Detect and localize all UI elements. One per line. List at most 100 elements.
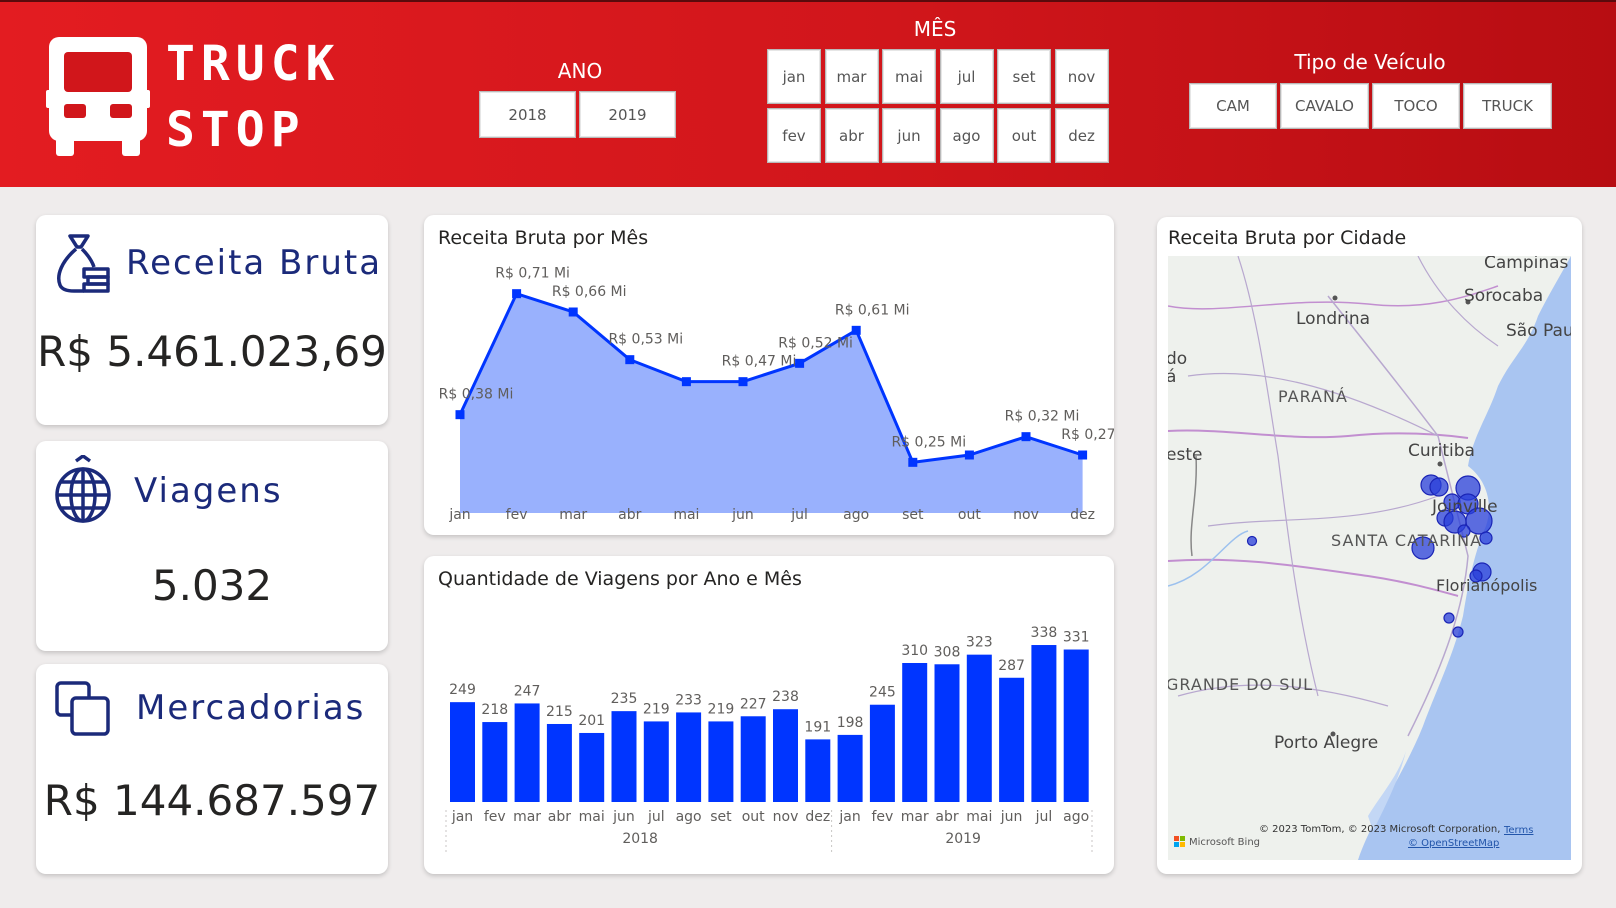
vehicle-option-cavalo[interactable]: CAVALO (1280, 83, 1369, 129)
trips-chart-card: Quantidade de Viagens por Ano e Mês 249 j… (424, 556, 1114, 874)
city-map[interactable]: Campinas Sorocaba São Pau Londrina do á P… (1168, 256, 1571, 860)
brand-line-2: STOP (166, 102, 306, 158)
month-option-mai[interactable]: mai (882, 49, 936, 104)
kpi-trips-title: Viagens (134, 471, 283, 511)
revenue-data-label: R$ 0,66 Mi (552, 284, 627, 300)
revenue-point[interactable] (625, 355, 635, 365)
trips-bar[interactable] (450, 702, 475, 802)
trips-data-label: 198 (837, 715, 864, 731)
trips-data-label: 191 (804, 719, 831, 735)
trips-year-label: 2019 (945, 831, 981, 847)
trips-x-tick: ago (1063, 809, 1089, 825)
month-option-jul[interactable]: jul (939, 49, 994, 104)
trips-bar[interactable] (902, 662, 928, 802)
border-pr-sc (1168, 429, 1469, 439)
vehicle-option-toco[interactable]: TOCO (1372, 83, 1460, 129)
trips-data-label: 331 (1063, 630, 1090, 646)
revenue-point[interactable] (1078, 450, 1088, 460)
revenue-point[interactable] (512, 289, 522, 299)
month-option-dez[interactable]: dez (1054, 108, 1109, 163)
month-option-jun[interactable]: jun (882, 108, 936, 163)
trips-data-label: 219 (708, 701, 735, 717)
month-option-abr[interactable]: abr (824, 108, 879, 163)
revenue-point[interactable] (681, 377, 691, 387)
trips-bar[interactable] (546, 723, 572, 802)
city-map-title: Receita Bruta por Cidade (1168, 227, 1407, 249)
city-bubble[interactable] (1246, 535, 1258, 547)
revenue-x-tick: jun (731, 507, 754, 523)
month-option-mar[interactable]: mar (824, 49, 879, 104)
trips-bar[interactable] (482, 722, 508, 802)
trips-x-tick: fev (871, 809, 893, 825)
trips-bar[interactable] (805, 739, 831, 802)
trips-bar[interactable] (1031, 645, 1057, 802)
revenue-point[interactable] (795, 358, 805, 368)
revenue-point[interactable] (738, 377, 748, 387)
ocean-area (1358, 256, 1571, 860)
map-label-do-a: do á (1168, 349, 1187, 387)
border-country (1190, 455, 1198, 557)
year-option-2019[interactable]: 2019 (579, 91, 676, 138)
trips-x-tick: jan (838, 809, 860, 825)
trips-bar[interactable] (579, 732, 605, 802)
month-option-ago[interactable]: ago (939, 108, 994, 163)
vehicle-option-cam[interactable]: CAM (1189, 83, 1277, 129)
map-terms-link[interactable]: Terms (1503, 825, 1533, 836)
month-option-out[interactable]: out (997, 108, 1051, 163)
trips-bar[interactable] (611, 711, 637, 802)
revenue-x-tick: nov (1013, 507, 1039, 523)
trips-data-label: 233 (675, 692, 702, 708)
month-option-fev[interactable]: fev (767, 108, 821, 163)
trips-data-label: 227 (740, 696, 767, 712)
revenue-point[interactable] (851, 325, 861, 335)
kpi-trips-value: 5.032 (151, 561, 273, 610)
city-bubble[interactable] (1429, 477, 1449, 497)
revenue-point[interactable] (1021, 432, 1031, 442)
revenue-x-tick: set (902, 507, 924, 523)
trips-bar[interactable] (999, 677, 1025, 802)
copy-boxes-icon (55, 681, 110, 736)
month-option-jan[interactable]: jan (767, 49, 821, 104)
revenue-x-tick: out (958, 507, 981, 523)
trips-x-tick: fev (484, 809, 506, 825)
revenue-data-label: R$ 0,61 Mi (835, 302, 910, 318)
map-label-santa-catarina: SANTA CATARINA (1331, 531, 1482, 550)
revenue-x-tick: dez (1070, 507, 1095, 523)
trips-bar[interactable] (643, 721, 669, 802)
year-option-2018[interactable]: 2018 (479, 91, 576, 138)
vehicle-option-truck[interactable]: TRUCK (1463, 83, 1552, 129)
map-label-porto-alegre: Porto Alegre (1274, 733, 1378, 753)
trips-bar[interactable] (869, 704, 895, 802)
revenue-point[interactable] (908, 457, 918, 467)
trips-data-label: 310 (901, 643, 928, 659)
month-option-set[interactable]: set (997, 49, 1051, 104)
revenue-point[interactable] (455, 410, 465, 420)
map-label-sorocaba: Sorocaba (1464, 286, 1543, 306)
kpi-card-goods: Mercadorias R$ 144.687.597 (36, 664, 388, 874)
trips-bar[interactable] (773, 709, 798, 802)
revenue-x-tick: jul (790, 507, 808, 523)
trips-x-tick: jul (647, 809, 665, 825)
trips-bar[interactable] (740, 716, 766, 802)
revenue-point[interactable] (964, 450, 974, 460)
map-canvas[interactable]: Campinas Sorocaba São Pau Londrina do á P… (1168, 256, 1571, 860)
trips-bar[interactable] (514, 703, 540, 802)
trips-bar[interactable] (676, 712, 702, 802)
trips-bar[interactable] (934, 664, 960, 802)
trips-x-tick: dez (805, 809, 830, 825)
month-option-nov[interactable]: nov (1054, 49, 1109, 104)
trips-x-tick: mai (579, 809, 605, 825)
revenue-data-label: R$ 0,27 Mi (1061, 427, 1114, 443)
trips-bar[interactable] (708, 721, 734, 802)
city-bubble[interactable] (1443, 612, 1455, 624)
map-label-campinas: Campinas (1484, 256, 1569, 273)
trips-bar[interactable] (837, 734, 863, 802)
revenue-point[interactable] (568, 307, 578, 317)
map-osm-link[interactable]: © OpenStreetMap (1408, 838, 1499, 849)
trips-bar[interactable] (1063, 649, 1089, 802)
revenue-data-label: R$ 0,52 Mi (778, 335, 853, 351)
trips-data-label: 249 (449, 682, 476, 698)
trips-bar[interactable] (966, 654, 992, 802)
city-bubble[interactable] (1452, 626, 1464, 638)
year-filter-title: ANO (557, 59, 603, 83)
